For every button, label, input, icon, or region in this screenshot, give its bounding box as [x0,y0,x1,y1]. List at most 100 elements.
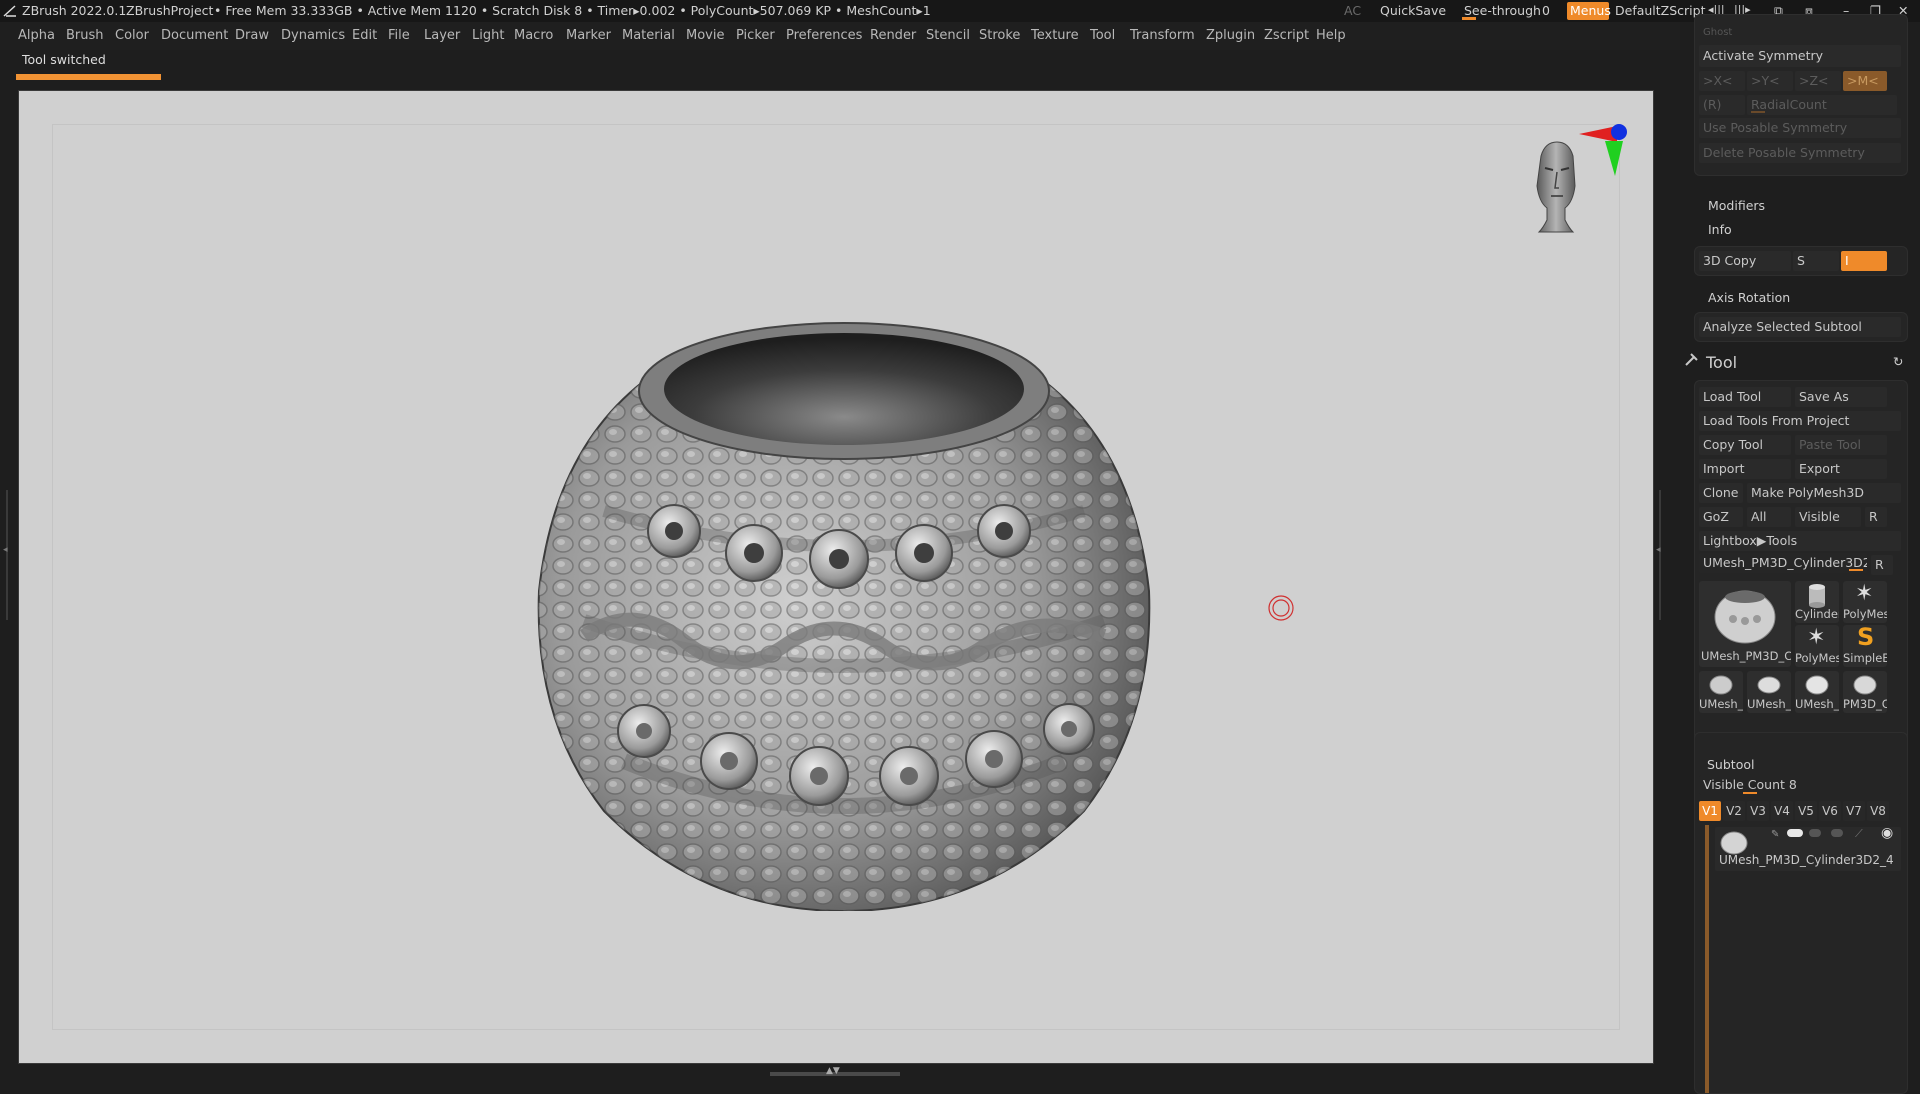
menu-light[interactable]: Light [472,28,504,43]
menu-help[interactable]: Help [1316,28,1346,43]
3d-copy-s-button[interactable]: S [1793,251,1839,271]
vtab-6[interactable]: V6 [1819,801,1841,821]
import-button[interactable]: Import [1699,459,1791,479]
menu-stroke[interactable]: Stroke [979,28,1020,43]
menu-document[interactable]: Document [161,28,228,43]
current-tool-slider[interactable]: UMesh_PM3D_Cylinder3D2_4 [1699,553,1867,573]
quicksave-button[interactable]: QuickSave [1380,3,1446,18]
visible-count-slider[interactable]: Visible Count 8 [1699,775,1901,795]
copy-tool-button[interactable]: Copy Tool [1699,435,1791,455]
radial-count-slider[interactable]: RadialCount [1747,95,1897,115]
menu-draw[interactable]: Draw [235,28,269,43]
tool-thumb-umesh-3[interactable]: UMesh_ [1795,671,1839,713]
tool-thumb-umesh-1[interactable]: UMesh_ [1699,671,1743,713]
left-shelf-handle[interactable]: ◂ [3,490,11,620]
vtab-1[interactable]: V1 [1699,801,1721,821]
menu-transform[interactable]: Transform [1130,28,1195,43]
symmetry-x-button[interactable]: >X< [1699,71,1745,91]
menu-dynamics[interactable]: Dynamics [281,28,345,43]
export-button[interactable]: Export [1795,459,1887,479]
menus-button[interactable]: Menus [1567,2,1611,20]
tool-thumb-simplebrush[interactable]: S SimpleB [1843,623,1887,667]
analyze-selected-subtool-button[interactable]: Analyze Selected Subtool [1699,317,1901,337]
tool-thumb-polymesh-star[interactable]: ✶ PolyMes [1843,581,1887,623]
navigation-head-gizmo[interactable] [1509,116,1629,256]
tool-palette-title[interactable]: Tool [1706,353,1737,372]
vtab-5[interactable]: V5 [1795,801,1817,821]
3d-copy-i-button[interactable]: I [1841,251,1887,271]
menu-edit[interactable]: Edit [352,28,377,43]
ac-label[interactable]: AC [1344,3,1361,18]
bottom-shelf-handle[interactable]: ▲▼ [770,1066,900,1080]
radial-r-button[interactable]: (R) [1699,95,1745,115]
load-tools-from-project-button[interactable]: Load Tools From Project [1699,411,1901,431]
subtool-scrollbar[interactable] [1705,825,1709,1093]
dynamic-toggle-icon[interactable] [1831,829,1843,837]
title-bar: ZBrush 2022.0.1 ZBrushProject • Free Mem… [0,0,1920,22]
menu-brush[interactable]: Brush [66,28,104,43]
tool-thumb-polymesh-star-2[interactable]: ✶ PolyMes [1795,625,1839,667]
menu-zplugin[interactable]: Zplugin [1206,28,1255,43]
vtab-4[interactable]: V4 [1771,801,1793,821]
save-as-button[interactable]: Save As [1795,387,1887,407]
see-through-slider[interactable]: See-through 0 [1462,2,1554,20]
use-posable-symmetry-button[interactable]: Use Posable Symmetry [1699,118,1901,138]
vtab-7[interactable]: V7 [1843,801,1865,821]
document-canvas[interactable] [18,90,1654,1064]
lightbox-tools-button[interactable]: Lightbox▶Tools [1699,531,1901,551]
menu-material[interactable]: Material [622,28,675,43]
goz-r-button[interactable]: R [1865,507,1887,527]
goz-visible-button[interactable]: Visible [1795,507,1861,527]
right-shelf-handle[interactable]: ◂ [1656,490,1664,620]
subtool-item[interactable]: ✎ ⟋ ◉ UMesh_PM3D_Cylinder3D2_4 [1715,825,1901,871]
tool-thumb-current[interactable]: UMesh_PM3D_C [1699,581,1791,667]
default-zscript-button[interactable]: DefaultZScript [1615,3,1706,18]
menu-alpha[interactable]: Alpha [18,28,55,43]
menu-tool[interactable]: Tool [1090,28,1115,43]
menu-movie[interactable]: Movie [686,28,724,43]
cylinder-icon [1809,584,1825,608]
symmetry-m-button[interactable]: >M< [1843,71,1887,91]
menu-macro[interactable]: Macro [514,28,553,43]
tool-r-button[interactable]: R [1871,555,1893,575]
menu-color[interactable]: Color [115,28,149,43]
goz-all-button[interactable]: All [1747,507,1791,527]
info-header[interactable]: Info [1708,222,1732,237]
subtool-header[interactable]: Subtool [1707,757,1754,772]
load-tool-button[interactable]: Load Tool [1699,387,1791,407]
menu-layer[interactable]: Layer [424,28,460,43]
clone-button[interactable]: Clone [1699,483,1743,503]
menu-marker[interactable]: Marker [566,28,611,43]
menu-texture[interactable]: Texture [1031,28,1079,43]
eye-visibility-icon[interactable]: ◉ [1881,825,1893,841]
symmetry-y-button[interactable]: >Y< [1747,71,1793,91]
lock-icon[interactable]: ⟋ [1855,827,1863,841]
tool-thumb-umesh-2[interactable]: UMesh_ [1747,671,1791,713]
tool-thumb-pm3d[interactable]: PM3D_C [1843,671,1887,713]
vtab-8[interactable]: V8 [1867,801,1889,821]
paste-tool-button[interactable]: Paste Tool [1795,435,1887,455]
vtab-2[interactable]: V2 [1723,801,1745,821]
axis-rotation-header[interactable]: Axis Rotation [1708,290,1790,305]
menu-file[interactable]: File [388,28,410,43]
3d-copy-button[interactable]: 3D Copy [1699,251,1791,271]
material-toggle-icon[interactable] [1809,829,1821,837]
activate-symmetry-button[interactable]: Activate Symmetry [1699,45,1901,67]
refresh-icon[interactable]: ↻ [1893,354,1903,369]
delete-posable-symmetry-button[interactable]: Delete Posable Symmetry [1699,143,1901,163]
tool-thumb-cylinder[interactable]: Cylinder [1795,581,1839,623]
symmetry-z-button[interactable]: >Z< [1795,71,1841,91]
menu-picker[interactable]: Picker [736,28,775,43]
menu-zscript[interactable]: Zscript [1264,28,1309,43]
menu-render[interactable]: Render [870,28,916,43]
subtool-brush-icon[interactable]: ✎ [1771,829,1779,840]
menu-stencil[interactable]: Stencil [926,28,970,43]
menu-preferences[interactable]: Preferences [786,28,862,43]
visible-count-label: Visible Count 8 [1703,777,1797,792]
vtab-3[interactable]: V3 [1747,801,1769,821]
goz-button[interactable]: GoZ [1699,507,1743,527]
make-polymesh3d-button[interactable]: Make PolyMesh3D [1747,483,1901,503]
polypaint-toggle-icon[interactable] [1787,829,1803,837]
memory-stats: • Free Mem 33.333GB • Active Mem 1120 • … [214,3,931,18]
modifiers-header[interactable]: Modifiers [1708,198,1765,213]
